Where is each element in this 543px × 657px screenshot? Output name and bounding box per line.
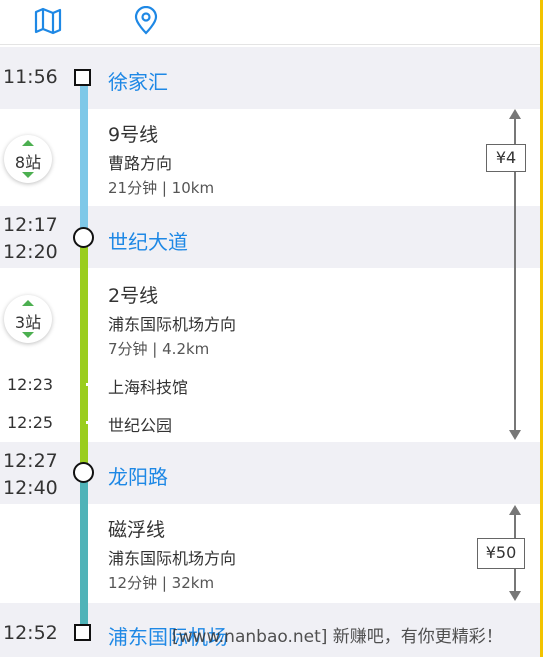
line2-segment bbox=[80, 238, 88, 472]
line-name: 2号线 bbox=[108, 285, 159, 307]
line-name: 9号线 bbox=[108, 124, 159, 146]
station-name[interactable]: 徐家汇 bbox=[108, 66, 168, 95]
line-direction: 浦东国际机场方向 bbox=[108, 315, 237, 334]
start-node bbox=[74, 69, 91, 86]
fare-arrow-down-icon bbox=[509, 430, 521, 440]
location-pin-icon[interactable] bbox=[131, 6, 161, 36]
line-name: 磁浮线 bbox=[108, 519, 166, 541]
map-book-icon[interactable] bbox=[33, 6, 63, 36]
line-direction: 浦东国际机场方向 bbox=[108, 549, 237, 568]
fare-badge: ¥4 bbox=[486, 144, 526, 172]
maglev-segment bbox=[80, 474, 88, 632]
arrive-time: 12:52 bbox=[3, 622, 58, 644]
expand-up-icon bbox=[22, 140, 34, 146]
depart-time: 12:40 bbox=[3, 477, 58, 499]
fare-badge: ¥50 bbox=[477, 538, 525, 569]
transfer-node bbox=[73, 227, 94, 248]
expand-down-icon bbox=[22, 332, 34, 338]
arrive-time: 12:27 bbox=[3, 450, 58, 472]
transfer-node bbox=[73, 462, 94, 483]
arrive-time: 12:17 bbox=[3, 214, 58, 236]
stop-tick bbox=[86, 383, 91, 386]
stop-time: 12:25 bbox=[7, 413, 54, 432]
watermark-text: [www.nanbao.net] 新赚吧，有你更精彩！ bbox=[172, 627, 503, 647]
fare-arrow-up-icon bbox=[509, 505, 521, 515]
station-name[interactable]: 世纪大道 bbox=[108, 226, 188, 255]
line-direction: 曹路方向 bbox=[108, 154, 173, 173]
stop-tick bbox=[86, 421, 91, 424]
end-node bbox=[74, 624, 91, 641]
top-toolbar bbox=[0, 0, 540, 44]
leg-stats: 7分钟 | 4.2km bbox=[108, 340, 210, 358]
expand-down-icon bbox=[22, 172, 34, 178]
expand-up-icon bbox=[22, 300, 34, 306]
intermediate-stop: 世纪公园 bbox=[108, 416, 173, 435]
leg-stats: 21分钟 | 10km bbox=[108, 179, 215, 197]
station-count-toggle[interactable]: 3站 bbox=[4, 295, 52, 343]
station-count: 3站 bbox=[14, 313, 42, 332]
toolbar-divider bbox=[0, 44, 540, 45]
intermediate-stop: 上海科技馆 bbox=[108, 378, 189, 397]
station-count-toggle[interactable]: 8站 bbox=[4, 135, 52, 183]
line9-segment bbox=[80, 86, 88, 236]
depart-time: 12:20 bbox=[3, 241, 58, 263]
station-name[interactable]: 龙阳路 bbox=[108, 461, 168, 490]
depart-time: 11:56 bbox=[3, 66, 58, 88]
stop-time: 12:23 bbox=[7, 375, 54, 394]
fare-arrow-up-icon bbox=[509, 109, 521, 119]
fare-arrow-down-icon bbox=[509, 591, 521, 601]
leg-stats: 12分钟 | 32km bbox=[108, 574, 215, 592]
station-count: 8站 bbox=[14, 153, 42, 172]
